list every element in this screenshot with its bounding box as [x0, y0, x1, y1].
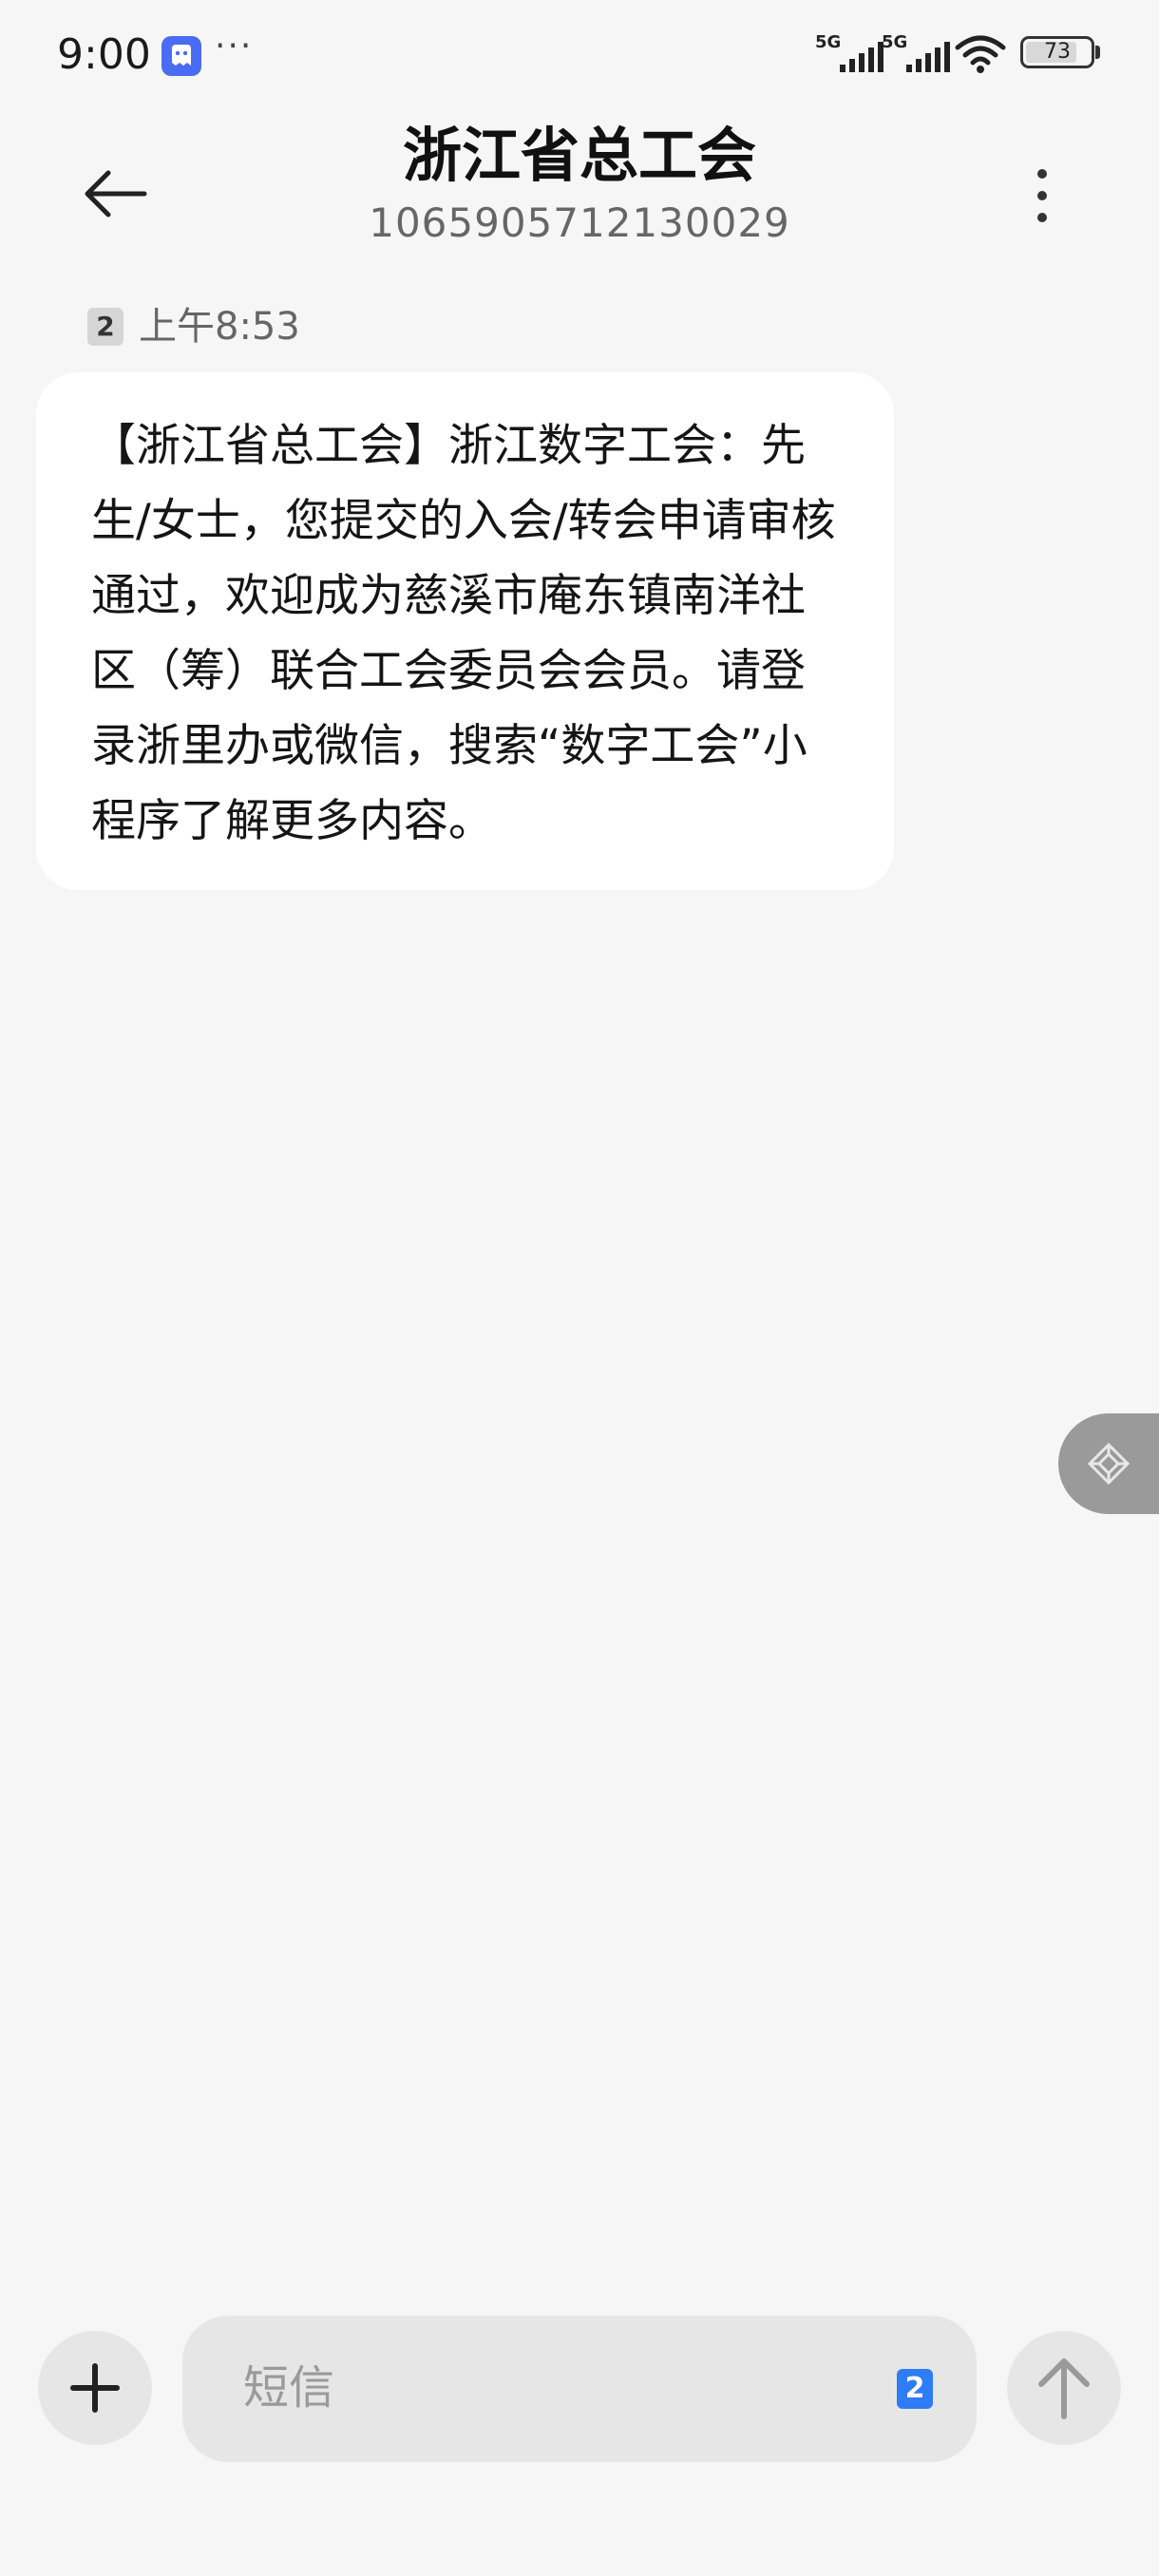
notification-app-icon: [162, 36, 201, 76]
diamond-tool-icon: [1087, 1442, 1130, 1486]
plus-icon: [70, 2363, 120, 2413]
signal-icon: 5G: [882, 32, 954, 72]
message-bubble[interactable]: 【浙江省总工会】浙江数字工会：先生/女士，您提交的入会/转会申请审核通过，欢迎成…: [36, 372, 894, 890]
contact-number: 1065905712130029: [369, 199, 790, 246]
message-input[interactable]: 短信 2: [182, 2316, 977, 2462]
input-placeholder: 短信: [243, 2361, 335, 2415]
contact-name: 浙江省总工会: [402, 121, 756, 190]
battery-icon: 73: [1020, 36, 1094, 68]
add-attachment-button[interactable]: [38, 2331, 152, 2445]
message-timestamp: 上午8:53: [139, 305, 300, 349]
status-bar: 9:00 ··· 5G 5G 73: [0, 0, 1159, 106]
send-arrow-icon: [1038, 2358, 1090, 2419]
sim-card-badge: 2: [87, 308, 124, 346]
more-options-button[interactable]: [1009, 148, 1075, 243]
signal-icon: 5G: [815, 32, 887, 72]
battery-cap: [1095, 46, 1100, 59]
send-button[interactable]: [1007, 2331, 1121, 2445]
status-time: 9:00: [57, 30, 151, 79]
more-vertical-icon: [1037, 169, 1047, 179]
conversation-header: 浙江省总工会 1065905712130029: [0, 106, 1159, 268]
floating-tool-button[interactable]: [1058, 1413, 1159, 1514]
sim-selector-badge[interactable]: 2: [897, 2369, 933, 2409]
battery-level: 73: [1044, 40, 1071, 64]
more-notifications-indicator: ···: [215, 27, 254, 66]
message-text: 【浙江省总工会】浙江数字工会：先生/女士，您提交的入会/转会申请审核通过，欢迎成…: [91, 420, 836, 847]
wifi-icon: [954, 34, 1007, 74]
